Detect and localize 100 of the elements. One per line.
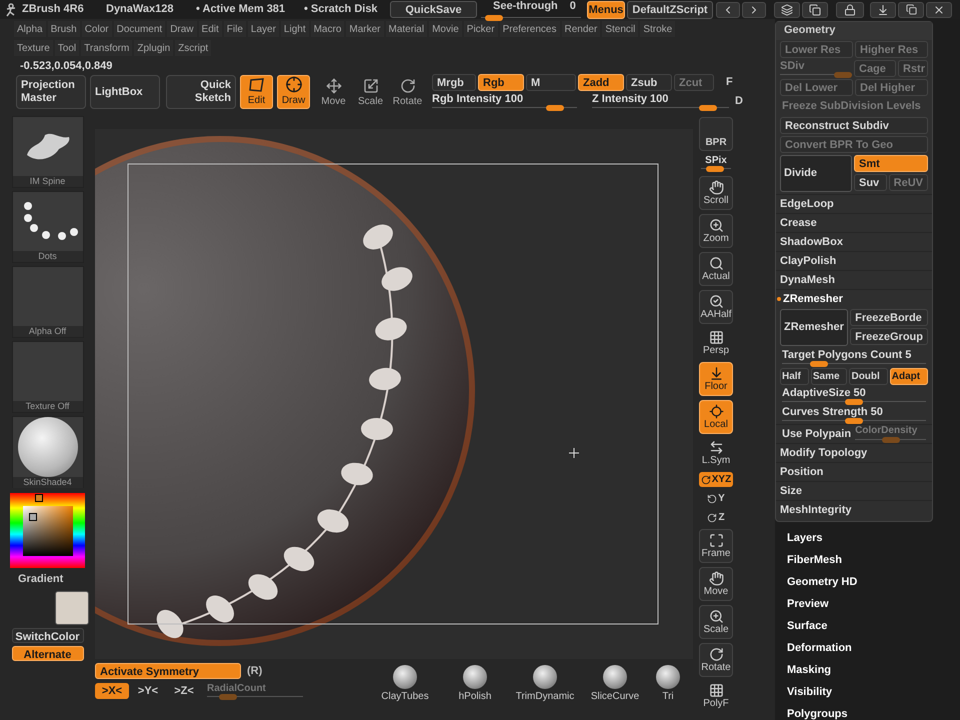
bpr-button[interactable]: BPR bbox=[699, 117, 733, 151]
subpalette-header[interactable]: Size bbox=[780, 482, 802, 500]
view-button[interactable]: Persp bbox=[697, 328, 735, 358]
menu-item[interactable]: Document bbox=[114, 21, 166, 37]
lock-button[interactable] bbox=[836, 2, 864, 18]
slider-thumb[interactable] bbox=[810, 360, 828, 366]
axis-button[interactable]: >Y< bbox=[131, 683, 165, 699]
geometry-button[interactable]: Smt bbox=[854, 155, 928, 172]
subpalette-header[interactable]: ShadowBox bbox=[780, 234, 843, 250]
subpalette-header[interactable]: FiberMesh bbox=[787, 552, 960, 568]
menu-item[interactable]: Alpha bbox=[14, 21, 46, 37]
mode-button[interactable]: Scale bbox=[354, 75, 387, 109]
mode-button[interactable]: Rotate bbox=[391, 75, 424, 109]
subpalette-header[interactable]: MeshIntegrity bbox=[780, 502, 852, 518]
quicksave-button[interactable]: QuickSave bbox=[390, 1, 477, 18]
subpalette-header[interactable]: ZRemesher bbox=[783, 290, 843, 308]
view-button[interactable]: L.Sym bbox=[697, 438, 735, 468]
axis-button[interactable]: >Z< bbox=[167, 683, 201, 699]
subpalette-header[interactable]: Geometry HD bbox=[787, 574, 960, 590]
slider-track[interactable] bbox=[481, 14, 581, 21]
subpalette-header[interactable]: ClayPolish bbox=[780, 252, 836, 270]
scroll-right-button[interactable] bbox=[742, 2, 766, 18]
slider-track[interactable] bbox=[432, 104, 577, 110]
toolbar-button[interactable]: Quick Sketch bbox=[166, 75, 236, 109]
subpalette-header[interactable]: Crease bbox=[780, 214, 817, 232]
subpalette-header[interactable]: Surface bbox=[787, 618, 960, 634]
subpalette-header[interactable]: Position bbox=[780, 464, 824, 480]
subpalette-header[interactable]: Preview bbox=[787, 596, 960, 612]
slider-track[interactable] bbox=[782, 398, 926, 404]
menu-item[interactable]: Color bbox=[82, 21, 112, 37]
subpalette-header[interactable]: Masking bbox=[787, 662, 960, 678]
brush-button[interactable]: Tri bbox=[655, 665, 681, 704]
slider-track[interactable] bbox=[855, 437, 926, 443]
paint-mode-button[interactable]: Zsub bbox=[626, 74, 672, 90]
color-swatch[interactable] bbox=[55, 590, 89, 624]
view-button[interactable]: Scale bbox=[699, 605, 733, 639]
menu-item[interactable]: Macro bbox=[310, 21, 344, 37]
slider-track[interactable] bbox=[780, 72, 852, 78]
menu-item[interactable]: Zplugin bbox=[134, 40, 174, 56]
menu-item[interactable]: Picker bbox=[464, 21, 498, 37]
menu-item[interactable]: Light bbox=[280, 21, 309, 37]
geometry-button[interactable]: FreezeGroup bbox=[850, 328, 928, 345]
brush-button[interactable]: ClayTubes bbox=[375, 665, 435, 704]
subpalette-header[interactable]: Deformation bbox=[787, 640, 960, 656]
view-button[interactable]: PolyF bbox=[697, 681, 735, 711]
switch-color-button[interactable]: SwitchColor bbox=[12, 628, 84, 642]
geometry-button[interactable]: FreezeBorde bbox=[850, 309, 928, 326]
geometry-button[interactable]: Doubl bbox=[849, 368, 888, 385]
view-button[interactable]: Actual bbox=[699, 252, 733, 286]
menu-item[interactable]: Tool bbox=[54, 40, 80, 56]
slider-thumb[interactable] bbox=[706, 166, 724, 172]
menu-item[interactable]: Stroke bbox=[640, 21, 676, 37]
palette-thumbnail[interactable]: IM Spine bbox=[12, 116, 84, 188]
script-button[interactable]: DefaultZScript bbox=[627, 0, 713, 18]
menu-item[interactable]: Movie bbox=[429, 21, 462, 37]
palette-thumbnail[interactable]: Alpha Off bbox=[12, 266, 84, 338]
brush-button[interactable]: hPolish bbox=[445, 665, 505, 704]
axis-button[interactable]: >X< bbox=[95, 683, 129, 699]
brush-button[interactable]: TrimDynamic bbox=[515, 665, 575, 704]
activate-symmetry-button[interactable]: Activate Symmetry bbox=[95, 663, 241, 680]
slider-track[interactable] bbox=[782, 360, 926, 366]
paint-mode-button[interactable]: Zadd bbox=[578, 74, 624, 90]
geometry-button[interactable]: Half bbox=[780, 368, 809, 385]
view-button[interactable]: Local bbox=[699, 400, 733, 434]
brush-button[interactable]: SliceCurve bbox=[585, 665, 645, 704]
menu-item[interactable]: Marker bbox=[346, 21, 384, 37]
restore-button[interactable] bbox=[898, 2, 924, 18]
menu-item[interactable]: File bbox=[224, 21, 246, 37]
geometry-button[interactable]: Suv bbox=[854, 174, 887, 191]
menu-item[interactable]: Render bbox=[562, 21, 600, 37]
geometry-big-button[interactable]: Divide bbox=[780, 155, 852, 192]
slider-track[interactable] bbox=[207, 694, 303, 700]
menu-item[interactable]: Layer bbox=[248, 21, 279, 37]
mode-button[interactable]: Edit bbox=[240, 75, 273, 109]
geometry-button[interactable]: Adapt bbox=[890, 368, 928, 385]
geometry-button[interactable]: Same bbox=[810, 368, 848, 385]
close-button[interactable] bbox=[926, 2, 952, 18]
palette-thumbnail[interactable]: SkinShade4 bbox=[12, 416, 84, 488]
alternate-button[interactable]: Alternate bbox=[12, 646, 84, 660]
menu-item[interactable]: Zscript bbox=[175, 40, 212, 56]
palette-thumbnail[interactable]: Texture Off bbox=[12, 341, 84, 413]
geometry-button[interactable]: Reconstruct Subdiv bbox=[780, 117, 928, 134]
slider-thumb[interactable] bbox=[546, 104, 564, 110]
view-button[interactable]: AAHalf bbox=[699, 290, 733, 324]
slider-thumb[interactable] bbox=[485, 14, 504, 21]
menus-button[interactable]: Menus bbox=[587, 0, 625, 18]
subpalette-header[interactable]: Modify Topology bbox=[780, 444, 868, 462]
slider-track[interactable] bbox=[782, 418, 926, 424]
minimize-button[interactable] bbox=[870, 2, 896, 18]
mode-button[interactable]: Move bbox=[317, 75, 350, 109]
view-button[interactable]: Scroll bbox=[699, 176, 733, 210]
view-button[interactable]: Rotate bbox=[699, 643, 733, 677]
view-button[interactable]: Frame bbox=[699, 529, 733, 563]
toolbar-button[interactable]: LightBox bbox=[90, 75, 160, 109]
subpalette-header[interactable]: DynaMesh bbox=[780, 272, 836, 288]
palette-thumbnail[interactable]: Dots bbox=[12, 191, 84, 263]
slider-track[interactable] bbox=[701, 166, 731, 172]
geometry-big-button[interactable]: ZRemesher bbox=[780, 309, 848, 346]
menu-item[interactable]: Draw bbox=[167, 21, 197, 37]
slider-thumb[interactable] bbox=[845, 398, 863, 404]
